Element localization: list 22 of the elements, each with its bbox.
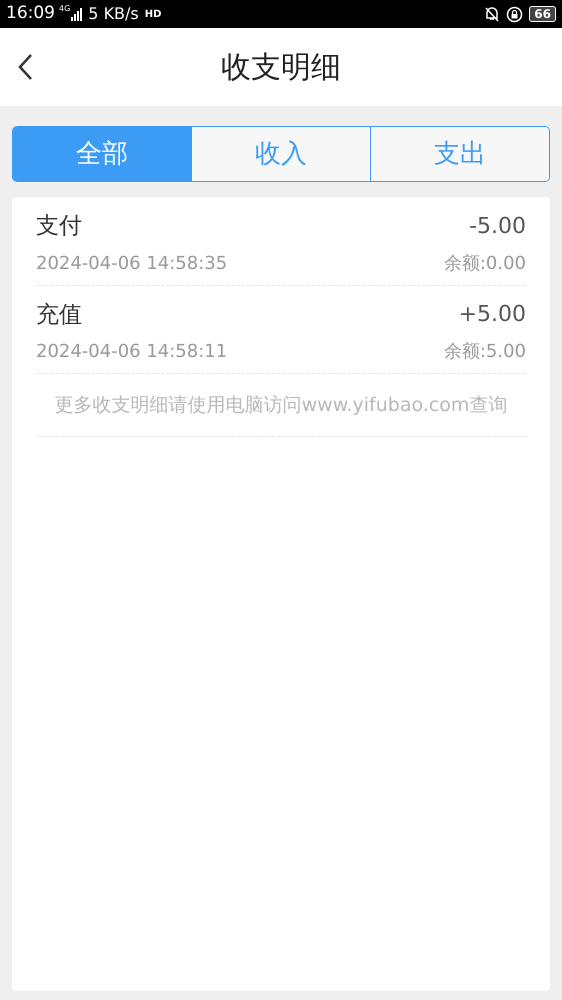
filter-tab[interactable]: 收入 [191,127,370,181]
record-balance: 余额:0.00 [444,252,526,276]
record-title: 支付 [36,212,82,241]
muted-bell-icon [484,6,500,22]
page-title: 收支明细 [221,48,341,86]
record-time: 2024-04-06 14:58:11 [36,340,228,364]
network-speed: 5 KB/s [88,3,139,25]
hd-indicator: HD [144,8,162,22]
back-chevron-icon [17,53,33,81]
filter-tab[interactable]: 全部 [13,127,191,181]
footer-note: 更多收支明细请使用电脑访问www.yifubao.com查询 [36,374,526,437]
lock-rotation-icon [506,6,524,22]
filter-tab[interactable]: 支出 [370,127,549,181]
record-time: 2024-04-06 14:58:35 [36,252,228,276]
battery-level: 66 [529,6,556,22]
network-type: 4G [59,3,70,15]
record-amount: -5.00 [469,212,526,241]
record-balance: 余额:5.00 [444,340,526,364]
record-amount: +5.00 [458,301,526,330]
record-title: 充值 [36,300,82,330]
signal-icon [71,7,84,21]
status-time: 16:09 [6,2,55,26]
